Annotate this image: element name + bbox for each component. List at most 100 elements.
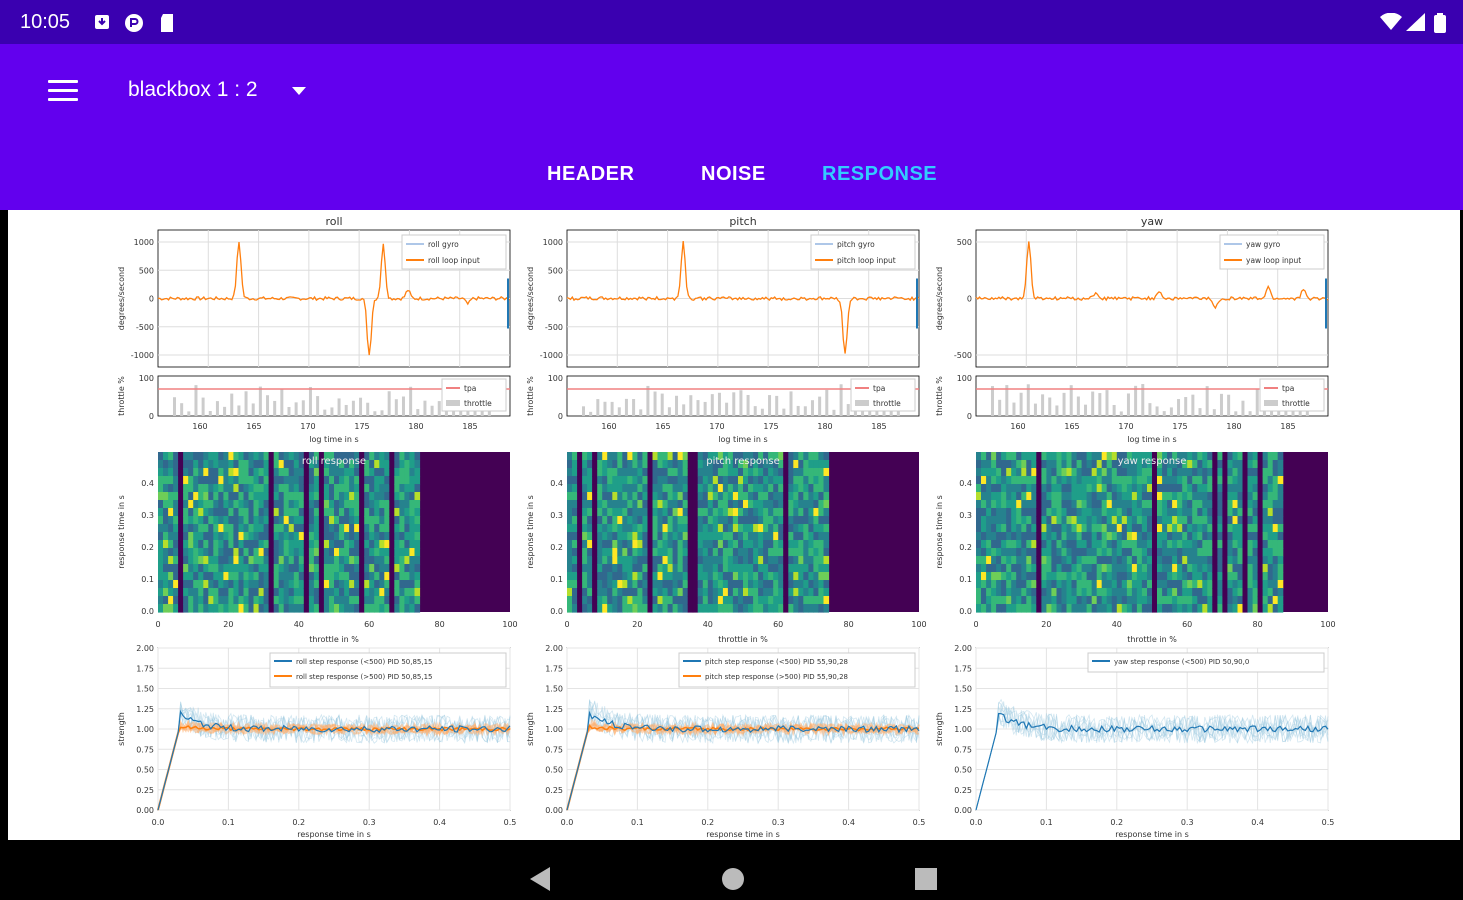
heatmap-cell [303, 556, 310, 565]
heatmap-cell [354, 540, 360, 549]
heatmap-cell [288, 468, 295, 477]
heatmap-cell [572, 548, 578, 557]
heatmap-cell [617, 572, 623, 581]
heatmap-cell [374, 540, 380, 549]
heatmap-cell [1136, 468, 1143, 477]
heatmap-cell [607, 524, 613, 533]
heatmap-cell [188, 604, 194, 613]
heatmap-cell [1006, 540, 1012, 549]
recents-button-icon[interactable] [914, 867, 938, 891]
heatmap-cell [722, 484, 729, 493]
heatmap-cell [617, 596, 623, 605]
home-button-icon[interactable] [720, 866, 746, 892]
heatmap-cell [697, 500, 704, 509]
heatmap-cell [702, 476, 709, 485]
heatmap-cell [1126, 588, 1133, 597]
heatmap-cell [1277, 524, 1284, 533]
heatmap-cell [409, 540, 415, 549]
heatmap-cell [687, 492, 694, 501]
heatmap-cell [158, 580, 164, 589]
heatmap-cell [652, 564, 659, 573]
heatmap-cell [399, 580, 405, 589]
heatmap-cell [233, 572, 239, 581]
heatmap-cell [1016, 604, 1022, 613]
heatmap-cell [1232, 500, 1239, 509]
heatmap-cell [712, 484, 719, 493]
heatmap-cell [293, 532, 300, 541]
heatmap-cell [349, 524, 355, 533]
heatmap-cell [637, 532, 643, 541]
ytick-label: 0 [149, 412, 154, 421]
heatmap-cell [1126, 556, 1133, 565]
heatmap-cell [642, 580, 648, 589]
heatmap-cell [1217, 580, 1223, 589]
heatmap-cell [1212, 468, 1218, 477]
heatmap-cell [313, 580, 320, 589]
heatmap-cell [1106, 556, 1113, 565]
heatmap-cell [233, 460, 239, 469]
heatmap-cell [198, 588, 204, 597]
menu-icon[interactable] [48, 80, 78, 104]
heatmap-cell [677, 604, 684, 613]
heatmap-cell [577, 588, 583, 597]
heatmap-cell [208, 492, 214, 501]
heatmap-cell [667, 596, 674, 605]
heatmap-cell [597, 468, 603, 477]
heatmap-cell [647, 596, 654, 605]
heatmap-cell [607, 516, 613, 525]
throttle-bar [682, 404, 686, 416]
heatmap-cell [793, 516, 799, 525]
heatmap-cell [1091, 596, 1098, 605]
heatmap-cell [592, 460, 598, 469]
heatmap-cell [647, 580, 654, 589]
heatmap-cell [702, 500, 709, 509]
heatmap-cell [1252, 556, 1259, 565]
tab-noise[interactable]: NOISE [701, 163, 766, 186]
tab-header[interactable]: HEADER [547, 163, 634, 186]
heatmap-cell [1272, 556, 1279, 565]
log-selector-title[interactable]: blackbox 1 : 2 [128, 78, 258, 102]
heatmap-cell [1081, 540, 1088, 549]
heatmap-cell [228, 580, 234, 589]
heatmap-cell [991, 604, 997, 613]
heatmap-cell [374, 548, 380, 557]
heatmap-cell [228, 452, 234, 461]
heatmap-cell [183, 460, 189, 469]
heatmap-cell [798, 580, 804, 589]
heatmap-cell [976, 540, 982, 549]
heatmap-cell [1136, 524, 1143, 533]
heatmap-cell [642, 572, 648, 581]
heatmap-cell [399, 572, 405, 581]
heatmap-cell [1207, 476, 1213, 485]
heatmap-cell [203, 468, 209, 477]
heatmap-cell [803, 540, 809, 549]
heatmap-cell [1262, 516, 1269, 525]
tab-response[interactable]: RESPONSE [822, 163, 937, 186]
heatmap-cell [727, 596, 734, 605]
heatmap-cell [798, 476, 804, 485]
heatmap-cell [329, 468, 335, 477]
heatmap-cell [364, 468, 370, 477]
heatmap-cell [253, 508, 260, 517]
heatmap-cell [1011, 468, 1017, 477]
heatmap-cell [582, 580, 588, 589]
heatmap-cell [1227, 532, 1233, 541]
heatmap-cell [163, 572, 169, 581]
response-content[interactable]: roll 1000 500 0 -500 -1000 degrees/second roll … [8, 210, 1460, 840]
heatmap-cell [1277, 596, 1284, 605]
dropdown-arrow-icon[interactable] [290, 86, 308, 96]
heatmap-cell [1257, 492, 1264, 501]
heatmap-cell [1207, 452, 1213, 461]
heatmap-cell [657, 556, 664, 565]
heatmap-cell [803, 548, 809, 557]
heatmap-cell [344, 492, 350, 501]
heatmap-cell [374, 468, 380, 477]
heatmap-cell [1157, 540, 1163, 549]
throttle-bar [667, 407, 671, 416]
heatmap-cell [1197, 500, 1203, 509]
heatmap-cell [981, 580, 987, 589]
back-button-icon[interactable] [528, 866, 552, 892]
heatmap-cell [647, 604, 654, 613]
heatmap-cell [981, 532, 987, 541]
heatmap-cell [374, 564, 380, 573]
